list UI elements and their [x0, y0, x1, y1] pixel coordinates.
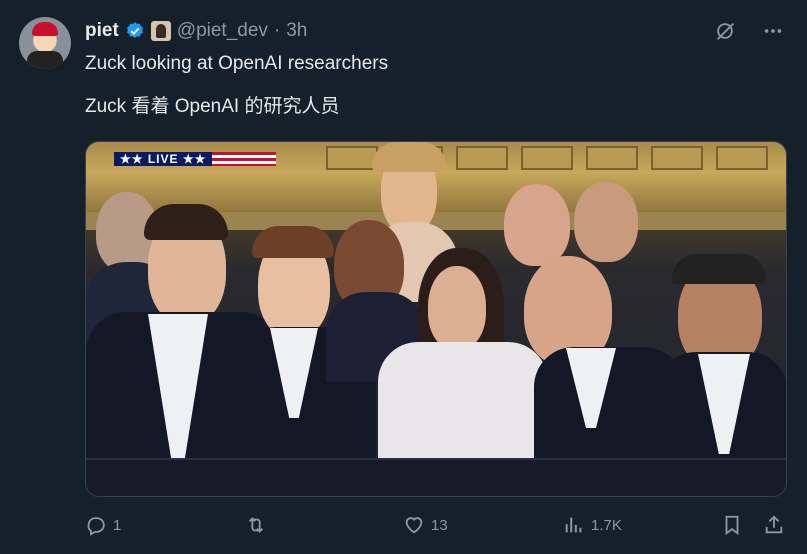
views-button[interactable]: 1.7K [563, 514, 622, 536]
repost-icon [248, 517, 264, 533]
avatar[interactable] [19, 17, 71, 69]
post-time[interactable]: 3h [286, 20, 307, 42]
share-icon [765, 515, 783, 534]
ceiling-panel [716, 146, 768, 170]
live-banner: ★★ LIVE ★★ [114, 152, 277, 166]
views-count: 1.7K [591, 516, 622, 534]
affiliate-badge-icon [150, 21, 171, 41]
reply-icon [87, 517, 105, 536]
post-media-image[interactable] [85, 141, 787, 497]
ceiling-panel [456, 146, 508, 170]
flag-stripes [212, 152, 277, 166]
author-name[interactable]: piet [85, 20, 119, 42]
avatar-shirt [27, 51, 63, 69]
ceiling-panel [586, 146, 638, 170]
views-icon [565, 517, 582, 533]
ceiling-panel [521, 146, 573, 170]
verified-badge-icon [126, 22, 143, 38]
bookmark-icon [725, 515, 739, 536]
post-text-line2: Zuck 看着 OpenAI 的研究人员 [85, 96, 340, 117]
live-label: ★★ LIVE ★★ [114, 152, 213, 166]
podium [86, 458, 786, 496]
separator-dot: · [273, 20, 281, 41]
avatar-cap [32, 22, 58, 36]
author-handle[interactable]: @piet_dev [177, 20, 268, 42]
ceiling-panel [326, 146, 378, 170]
post-header: piet @piet_dev · 3h [85, 19, 307, 43]
top-actions [714, 20, 784, 42]
share-button[interactable] [763, 514, 785, 536]
repost-button[interactable] [245, 514, 273, 536]
action-bar: 1 13 1.7K [85, 514, 787, 538]
reply-button[interactable]: 1 [85, 514, 121, 536]
ceiling-panel [651, 146, 703, 170]
grok-icon[interactable] [714, 20, 736, 42]
like-button[interactable]: 13 [403, 514, 448, 536]
reply-count: 1 [113, 516, 122, 534]
like-icon [405, 517, 423, 534]
more-icon[interactable] [762, 20, 784, 42]
bookmark-button[interactable] [721, 514, 743, 536]
like-count: 13 [431, 516, 448, 534]
post-text-line1: Zuck looking at OpenAI researchers [85, 53, 389, 74]
